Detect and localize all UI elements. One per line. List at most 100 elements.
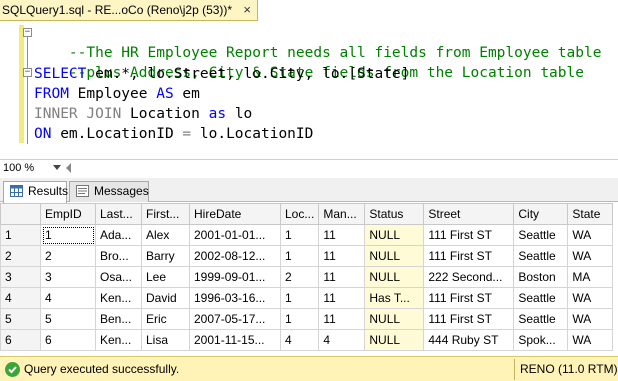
grid-cell[interactable]: 111 First ST (423, 287, 515, 309)
row-number[interactable]: 3 (0, 266, 41, 288)
document-tab[interactable]: SQLQuery1.sql - RE...oCo (Reno\j2p (53))… (0, 0, 258, 21)
grid-cell[interactable]: 2001-01-01... (189, 224, 281, 246)
grid-cell[interactable]: 3 (40, 266, 96, 288)
row-number[interactable]: 4 (0, 287, 41, 309)
grid-cell[interactable]: 2001-11-15... (189, 329, 281, 351)
grid-cell[interactable]: 6 (40, 329, 96, 351)
grid-cell[interactable]: Seattle (513, 308, 569, 330)
grid-cell[interactable]: WA (567, 308, 614, 330)
grid-cell[interactable]: Seattle (513, 287, 569, 309)
row-number[interactable]: 1 (0, 224, 41, 246)
column-header[interactable]: Last... (95, 203, 142, 225)
grid-cell[interactable]: Seattle (513, 245, 569, 267)
alias-text: em (173, 86, 200, 102)
grid-cell[interactable]: 2 (279, 266, 320, 288)
grid-cell[interactable]: 1 (279, 308, 320, 330)
table-row[interactable]: 2 2 Bro... Barry 2002-08-12... 1 11 NULL 111 Fir… (0, 245, 614, 267)
grid-cell[interactable]: 11 (318, 224, 366, 246)
column-header[interactable]: First... (141, 203, 190, 225)
grid-cell[interactable]: 4 (40, 287, 96, 309)
query-editor[interactable]: − − --The HR Employee Report needs all f… (0, 22, 618, 159)
chevron-down-icon[interactable] (53, 165, 61, 170)
grid-cell[interactable]: Spok... (513, 329, 569, 351)
grid-cell[interactable]: Bro... (95, 245, 142, 267)
grid-cell[interactable]: Has T... (364, 287, 425, 309)
grid-cell[interactable]: 1 (279, 245, 320, 267)
select-list: em.*, lo.Street, lo.City, lo.[State] (86, 66, 410, 82)
grid-cell[interactable]: Eric (141, 308, 190, 330)
grid-cell[interactable]: WA (567, 245, 614, 267)
grid-cell[interactable]: NULL (364, 308, 425, 330)
table-row[interactable]: 1 1 Ada... Alex 2001-01-01... 1 11 NULL 111 Firs… (0, 224, 614, 246)
close-tab-icon[interactable]: × (243, 0, 251, 20)
grid-cell[interactable]: 2 (40, 245, 96, 267)
table-row[interactable]: 6 6 Ken... Lisa 2001-11-15... 4 4 NULL 444 Ruby … (0, 329, 614, 351)
grid-cell[interactable]: Barry (141, 245, 190, 267)
grid-cell[interactable]: NULL (364, 245, 425, 267)
grid-cell[interactable]: Ada... (95, 224, 142, 246)
keyword-inner-join: INNER JOIN (34, 106, 122, 122)
column-header[interactable]: Man... (318, 203, 366, 225)
table-row[interactable]: 5 5 Ben... Eric 2007-05-17... 1 11 NULL 111 Firs… (0, 308, 614, 330)
grid-cell[interactable]: NULL (364, 266, 425, 288)
table-row[interactable]: 3 3 Osa... Lee 1999-09-01... 2 11 NULL 222 Secon… (0, 266, 614, 288)
grid-cell[interactable]: 1999-09-01... (189, 266, 281, 288)
alias-text: lo (226, 106, 253, 122)
column-header[interactable]: State (567, 203, 614, 225)
row-number[interactable]: 2 (0, 245, 41, 267)
column-header[interactable]: EmpID (40, 203, 96, 225)
grid-cell[interactable]: David (141, 287, 190, 309)
row-number-header[interactable] (0, 203, 41, 225)
grid-cell[interactable]: Ken... (95, 329, 142, 351)
column-header[interactable]: Loc... (279, 203, 320, 225)
column-header[interactable]: Street (423, 203, 515, 225)
keyword-on: ON (34, 126, 52, 142)
grid-cell[interactable]: 111 First ST (423, 308, 515, 330)
grid-cell[interactable]: 222 Second... (423, 266, 515, 288)
tab-results-label: Results (28, 184, 69, 198)
grid-cell[interactable]: 111 First ST (423, 224, 515, 246)
grid-cell[interactable]: 11 (318, 245, 366, 267)
grid-cell[interactable]: 444 Ruby ST (423, 329, 515, 351)
grid-cell[interactable]: WA (567, 224, 614, 246)
grid-cell[interactable]: 2007-05-17... (189, 308, 281, 330)
grid-cell[interactable]: Lisa (141, 329, 190, 351)
grid-cell[interactable]: Alex (141, 224, 190, 246)
grid-cell[interactable]: Boston (513, 266, 569, 288)
grid-cell[interactable]: Seattle (513, 224, 569, 246)
grid-cell[interactable]: 1996-03-16... (189, 287, 281, 309)
scroll-left-icon[interactable] (66, 163, 71, 173)
grid-cell[interactable]: Osa... (95, 266, 142, 288)
grid-cell[interactable]: 5 (40, 308, 96, 330)
grid-cell[interactable]: 1 (279, 287, 320, 309)
zoom-dropdown[interactable]: 100 % (3, 161, 63, 176)
grid-cell[interactable]: 111 First ST (423, 245, 515, 267)
grid-cell[interactable]: MA (567, 266, 614, 288)
grid-cell[interactable]: NULL (364, 224, 425, 246)
grid-cell[interactable]: Lee (141, 266, 190, 288)
collapse-select-icon[interactable]: − (23, 68, 32, 77)
grid-cell[interactable]: WA (567, 287, 614, 309)
collapse-comment-icon[interactable]: − (23, 28, 32, 37)
grid-cell[interactable]: Ben... (95, 308, 142, 330)
tab-messages[interactable]: Messages (69, 181, 149, 202)
row-number[interactable]: 5 (0, 308, 41, 330)
column-header[interactable]: Status (364, 203, 425, 225)
grid-cell[interactable]: 11 (318, 266, 366, 288)
grid-cell[interactable]: NULL (364, 329, 425, 351)
grid-cell[interactable]: 11 (318, 287, 366, 309)
row-number[interactable]: 6 (0, 329, 41, 351)
results-grid[interactable]: EmpID Last... First... HireDate Loc... Man...… (0, 203, 618, 356)
grid-cell[interactable]: 4 (279, 329, 320, 351)
column-header[interactable]: City (513, 203, 569, 225)
grid-cell[interactable]: WA (567, 329, 614, 351)
grid-cell[interactable]: 1 (279, 224, 320, 246)
column-header[interactable]: HireDate (189, 203, 281, 225)
grid-cell[interactable]: 4 (318, 329, 366, 351)
table-row[interactable]: 4 4 Ken... David 1996-03-16... 1 11 Has T... 111… (0, 287, 614, 309)
grid-cell[interactable]: Ken... (95, 287, 142, 309)
grid-cell[interactable]: 1 (40, 224, 96, 246)
grid-cell[interactable]: 2002-08-12... (189, 245, 281, 267)
tab-results[interactable]: Results (3, 181, 69, 203)
grid-cell[interactable]: 11 (318, 308, 366, 330)
